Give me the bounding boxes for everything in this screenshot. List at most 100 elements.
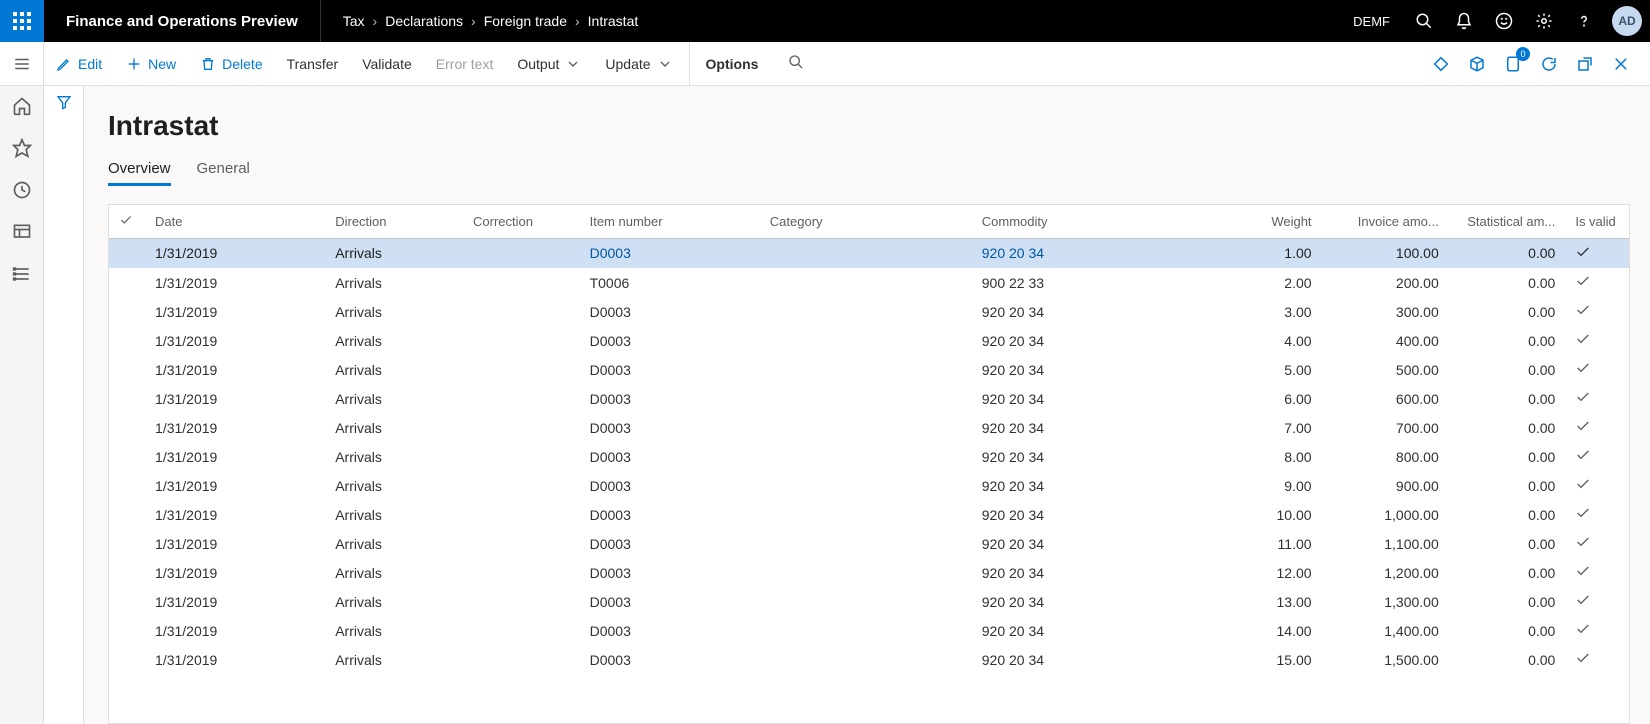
table-row[interactable]: 1/31/2019ArrivalsD0003920 20 349.00900.0… <box>109 471 1629 500</box>
popout-button[interactable] <box>1570 49 1600 79</box>
cell-correction[interactable] <box>463 355 580 384</box>
cell-statistical-amount[interactable]: 0.00 <box>1449 500 1566 529</box>
row-selector[interactable] <box>109 355 145 384</box>
cell-commodity[interactable]: 920 20 34 <box>972 471 1205 500</box>
search-button[interactable] <box>1404 0 1444 42</box>
cell-date[interactable]: 1/31/2019 <box>145 471 325 500</box>
col-header-item[interactable]: Item number <box>580 205 760 239</box>
cell-statistical-amount[interactable]: 0.00 <box>1449 587 1566 616</box>
cell-statistical-amount[interactable]: 0.00 <box>1449 558 1566 587</box>
cell-invoice-amount[interactable]: 100.00 <box>1322 239 1449 268</box>
cell-category[interactable] <box>760 442 972 471</box>
cell-weight[interactable]: 6.00 <box>1205 384 1322 413</box>
cell-category[interactable] <box>760 529 972 558</box>
cell-date[interactable]: 1/31/2019 <box>145 239 325 268</box>
breadcrumb-item[interactable]: Intrastat <box>588 13 639 29</box>
cell-correction[interactable] <box>463 500 580 529</box>
nav-toggle-button[interactable] <box>0 42 44 86</box>
notifications-button[interactable] <box>1444 0 1484 42</box>
col-header-category[interactable]: Category <box>760 205 972 239</box>
cell-correction[interactable] <box>463 413 580 442</box>
cell-direction[interactable]: Arrivals <box>325 384 463 413</box>
cell-statistical-amount[interactable]: 0.00 <box>1449 268 1566 297</box>
cell-weight[interactable]: 10.00 <box>1205 500 1322 529</box>
cell-weight[interactable]: 5.00 <box>1205 355 1322 384</box>
cell-correction[interactable] <box>463 558 580 587</box>
cell-weight[interactable]: 1.00 <box>1205 239 1322 268</box>
col-header-commodity[interactable]: Commodity <box>972 205 1205 239</box>
cell-weight[interactable]: 3.00 <box>1205 297 1322 326</box>
legal-entity[interactable]: DEMF <box>1339 14 1404 29</box>
table-row[interactable]: 1/31/2019ArrivalsD0003920 20 344.00400.0… <box>109 326 1629 355</box>
cell-correction[interactable] <box>463 616 580 645</box>
cell-is-valid[interactable] <box>1565 442 1629 471</box>
cell-item-number[interactable]: D0003 <box>580 442 760 471</box>
cell-date[interactable]: 1/31/2019 <box>145 587 325 616</box>
user-avatar[interactable]: AD <box>1612 6 1642 36</box>
cell-category[interactable] <box>760 297 972 326</box>
cell-direction[interactable]: Arrivals <box>325 558 463 587</box>
cell-direction[interactable]: Arrivals <box>325 500 463 529</box>
table-row[interactable]: 1/31/2019ArrivalsD0003920 20 343.00300.0… <box>109 297 1629 326</box>
modules-icon[interactable] <box>12 264 32 284</box>
cell-date[interactable]: 1/31/2019 <box>145 297 325 326</box>
table-row[interactable]: 1/31/2019ArrivalsT0006900 22 332.00200.0… <box>109 268 1629 297</box>
cell-date[interactable]: 1/31/2019 <box>145 268 325 297</box>
options-button[interactable]: Options <box>689 42 775 86</box>
cell-date[interactable]: 1/31/2019 <box>145 616 325 645</box>
cell-date[interactable]: 1/31/2019 <box>145 355 325 384</box>
cell-correction[interactable] <box>463 529 580 558</box>
cell-is-valid[interactable] <box>1565 587 1629 616</box>
cell-direction[interactable]: Arrivals <box>325 442 463 471</box>
cell-correction[interactable] <box>463 297 580 326</box>
cell-commodity[interactable]: 920 20 34 <box>972 355 1205 384</box>
table-row[interactable]: 1/31/2019ArrivalsD0003920 20 3411.001,10… <box>109 529 1629 558</box>
cell-date[interactable]: 1/31/2019 <box>145 558 325 587</box>
cell-direction[interactable]: Arrivals <box>325 355 463 384</box>
cell-direction[interactable]: Arrivals <box>325 471 463 500</box>
cell-statistical-amount[interactable]: 0.00 <box>1449 645 1566 674</box>
table-row[interactable]: 1/31/2019ArrivalsD0003920 20 341.00100.0… <box>109 239 1629 268</box>
cell-weight[interactable]: 12.00 <box>1205 558 1322 587</box>
attachments-button[interactable] <box>1426 49 1456 79</box>
cell-date[interactable]: 1/31/2019 <box>145 384 325 413</box>
row-selector[interactable] <box>109 645 145 674</box>
cell-category[interactable] <box>760 558 972 587</box>
help-button[interactable] <box>1564 0 1604 42</box>
cell-correction[interactable] <box>463 587 580 616</box>
edit-button[interactable]: Edit <box>44 42 114 86</box>
col-header-valid[interactable]: Is valid <box>1565 205 1629 239</box>
col-header-direction[interactable]: Direction <box>325 205 463 239</box>
cell-invoice-amount[interactable]: 800.00 <box>1322 442 1449 471</box>
row-selector[interactable] <box>109 558 145 587</box>
settings-button[interactable] <box>1524 0 1564 42</box>
cell-commodity[interactable]: 920 20 34 <box>972 558 1205 587</box>
office-button[interactable] <box>1462 49 1492 79</box>
cell-direction[interactable]: Arrivals <box>325 616 463 645</box>
cell-is-valid[interactable] <box>1565 558 1629 587</box>
cell-category[interactable] <box>760 645 972 674</box>
breadcrumb-item[interactable]: Declarations <box>385 13 463 29</box>
refresh-button[interactable] <box>1534 49 1564 79</box>
select-all-header[interactable] <box>109 205 145 239</box>
cell-category[interactable] <box>760 500 972 529</box>
cell-direction[interactable]: Arrivals <box>325 297 463 326</box>
breadcrumb-item[interactable]: Tax <box>343 13 365 29</box>
row-selector[interactable] <box>109 384 145 413</box>
cell-correction[interactable] <box>463 268 580 297</box>
new-button[interactable]: New <box>114 42 188 86</box>
cell-category[interactable] <box>760 471 972 500</box>
validate-button[interactable]: Validate <box>350 42 424 86</box>
delete-button[interactable]: Delete <box>188 42 274 86</box>
cell-item-number[interactable]: D0003 <box>580 500 760 529</box>
cell-item-number[interactable]: D0003 <box>580 645 760 674</box>
cell-invoice-amount[interactable]: 1,100.00 <box>1322 529 1449 558</box>
row-selector[interactable] <box>109 471 145 500</box>
cell-item-number[interactable]: D0003 <box>580 239 760 268</box>
cell-weight[interactable]: 14.00 <box>1205 616 1322 645</box>
cell-invoice-amount[interactable]: 600.00 <box>1322 384 1449 413</box>
cell-commodity[interactable]: 920 20 34 <box>972 326 1205 355</box>
cell-invoice-amount[interactable]: 400.00 <box>1322 326 1449 355</box>
cell-weight[interactable]: 4.00 <box>1205 326 1322 355</box>
cell-invoice-amount[interactable]: 700.00 <box>1322 413 1449 442</box>
